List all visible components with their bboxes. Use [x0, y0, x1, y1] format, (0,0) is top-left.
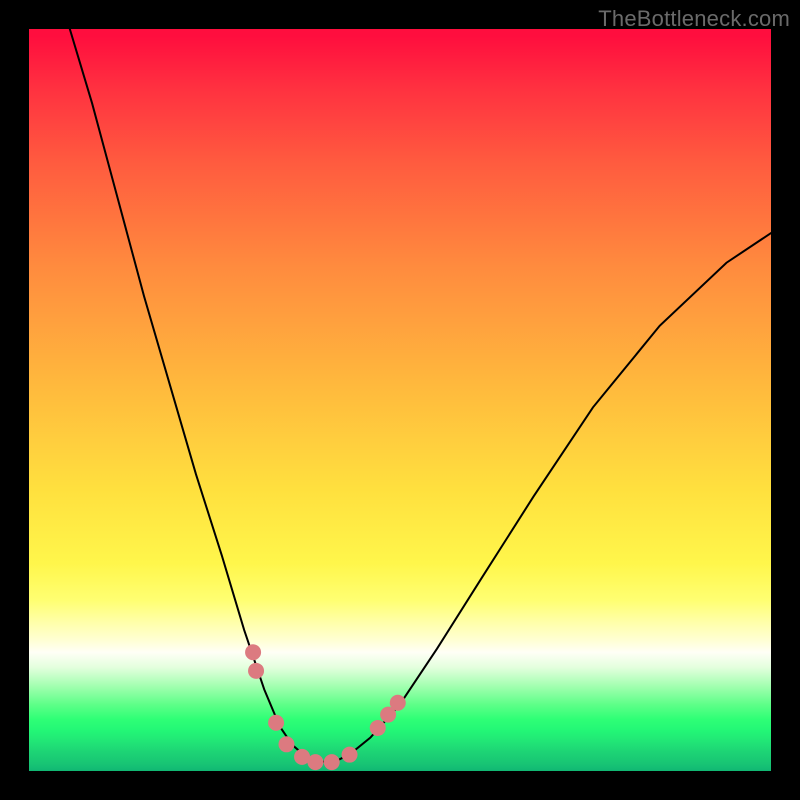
data-marker	[278, 736, 294, 752]
data-marker	[245, 644, 261, 660]
watermark-text: TheBottleneck.com	[598, 6, 790, 32]
chart-frame: TheBottleneck.com	[0, 0, 800, 800]
plot-area	[29, 29, 771, 771]
chart-svg	[29, 29, 771, 771]
data-marker	[324, 754, 340, 770]
data-marker	[248, 663, 264, 679]
data-marker	[390, 695, 406, 711]
data-marker	[307, 754, 323, 770]
marker-layer	[245, 644, 406, 770]
left-curve	[70, 29, 327, 762]
data-marker	[268, 715, 284, 731]
curve-layer	[70, 29, 771, 762]
data-marker	[370, 720, 386, 736]
right-curve	[327, 233, 771, 762]
data-marker	[342, 747, 358, 763]
